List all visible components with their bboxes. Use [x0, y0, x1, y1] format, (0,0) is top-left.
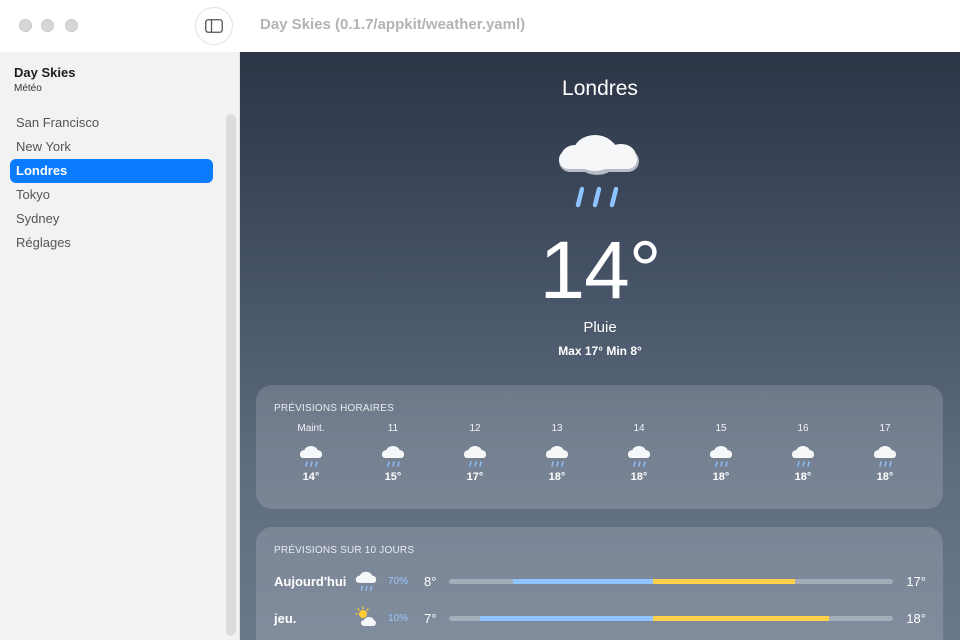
hourly-item: 15 18°: [680, 423, 762, 483]
day-min-temp: 7°: [424, 611, 437, 626]
cloud-rain-icon: [380, 443, 406, 469]
precipitation-chance: 10%: [388, 613, 409, 624]
sidebar: Day Skies Météo San Francisco New York L…: [0, 52, 240, 640]
temperature-range-bar: [449, 579, 893, 584]
high-low: Max 17° Min 8°: [558, 344, 642, 358]
hour-label: 14: [633, 423, 645, 434]
hour-temperature: 18°: [794, 471, 812, 483]
app-subtitle: Météo: [14, 83, 42, 94]
day-name: Aujourd'hui: [274, 574, 347, 589]
current-condition: Pluie: [583, 319, 617, 336]
hour-temperature: 18°: [548, 471, 566, 483]
cloud-rain-icon: [872, 443, 898, 469]
daily-forecast-card: PRÉVISIONS SUR 10 JOURS Aujourd'hui 70% 8°…: [256, 527, 943, 640]
sidebar-item-san-francisco[interactable]: San Francisco: [10, 111, 213, 135]
cloud-rain-icon: [462, 443, 488, 469]
current-temperature: 14°: [539, 225, 661, 316]
sidebar-nav: San Francisco New York Londres Tokyo Syd…: [10, 111, 213, 255]
range-cool-segment: [513, 579, 654, 584]
hour-label: 12: [469, 423, 481, 434]
sidebar-item-tokyo[interactable]: Tokyo: [10, 183, 213, 207]
minimize-window-button[interactable]: [41, 19, 54, 32]
city-name: Londres: [562, 77, 638, 100]
hour-temperature: 18°: [712, 471, 730, 483]
day-max-temp: 17°: [906, 574, 926, 589]
sidebar-scrollbar[interactable]: [226, 114, 236, 636]
daily-row[interactable]: Aujourd'hui 70% 8° 17°: [274, 571, 926, 591]
sidebar-item-new-york[interactable]: New York: [10, 135, 213, 159]
sun-cloud-icon: [354, 606, 378, 630]
zoom-window-button[interactable]: [65, 19, 78, 32]
hourly-item: 14 18°: [598, 423, 680, 483]
cloud-rain-icon: [559, 135, 639, 208]
hourly-forecast-title: PRÉVISIONS HORAIRES: [274, 403, 394, 414]
range-cool-segment: [480, 616, 654, 621]
window-title: Day Skies (0.1.7/appkit/weather.yaml): [260, 16, 526, 33]
sidebar-toggle-button[interactable]: [195, 7, 233, 45]
sidebar-icon: [205, 19, 223, 33]
day-name: jeu.: [274, 611, 297, 626]
daily-row[interactable]: jeu. 10% 7° 18°: [274, 606, 926, 630]
cloud-rain-icon: [298, 443, 324, 469]
title-bar: Day Skies (0.1.7/appkit/weather.yaml): [0, 0, 960, 52]
hour-temperature: 18°: [876, 471, 894, 483]
hour-label: Maint.: [297, 423, 325, 434]
range-warm-segment: [653, 616, 829, 621]
hourly-item: 12 17°: [434, 423, 516, 483]
hour-label: 13: [551, 423, 563, 434]
hourly-list: Maint. 14° 11 15° 12 17° 13 18° 14 18° 15 18° 16 18° 1…: [270, 423, 930, 483]
close-window-button[interactable]: [19, 19, 32, 32]
cloud-rain-icon: [790, 443, 816, 469]
cloud-rain-icon: [354, 569, 378, 593]
hourly-item: 17 18°: [844, 423, 926, 483]
hourly-item: Maint. 14°: [270, 423, 352, 483]
cloud-rain-icon: [544, 443, 570, 469]
hour-label: 17: [879, 423, 891, 434]
hour-label: 16: [797, 423, 809, 434]
hourly-forecast-card: PRÉVISIONS HORAIRES Maint. 14° 11 15° 12 17° 1…: [256, 385, 943, 509]
hourly-item: 16 18°: [762, 423, 844, 483]
sidebar-item-londres[interactable]: Londres: [10, 159, 213, 183]
sidebar-item-reglages[interactable]: Réglages: [10, 231, 213, 255]
temperature-range-bar: [449, 616, 893, 621]
range-warm-segment: [653, 579, 796, 584]
daily-forecast-title: PRÉVISIONS SUR 10 JOURS: [274, 545, 415, 556]
hourly-item: 13 18°: [516, 423, 598, 483]
hour-label: 15: [715, 423, 727, 434]
sidebar-item-sydney[interactable]: Sydney: [10, 207, 213, 231]
app-name: Day Skies: [14, 65, 76, 80]
cloud-rain-icon: [708, 443, 734, 469]
cloud-rain-icon: [626, 443, 652, 469]
day-max-temp: 18°: [906, 611, 926, 626]
hourly-item: 11 15°: [352, 423, 434, 483]
precipitation-chance: 70%: [388, 576, 409, 587]
hour-temperature: 18°: [630, 471, 648, 483]
hour-label: 11: [387, 423, 399, 434]
hour-temperature: 14°: [302, 471, 320, 483]
weather-detail: Londres 14° Pluie Max 17° Min 8° PRÉVISI…: [240, 52, 960, 640]
hour-temperature: 15°: [384, 471, 402, 483]
hour-temperature: 17°: [466, 471, 484, 483]
day-min-temp: 8°: [424, 574, 437, 589]
